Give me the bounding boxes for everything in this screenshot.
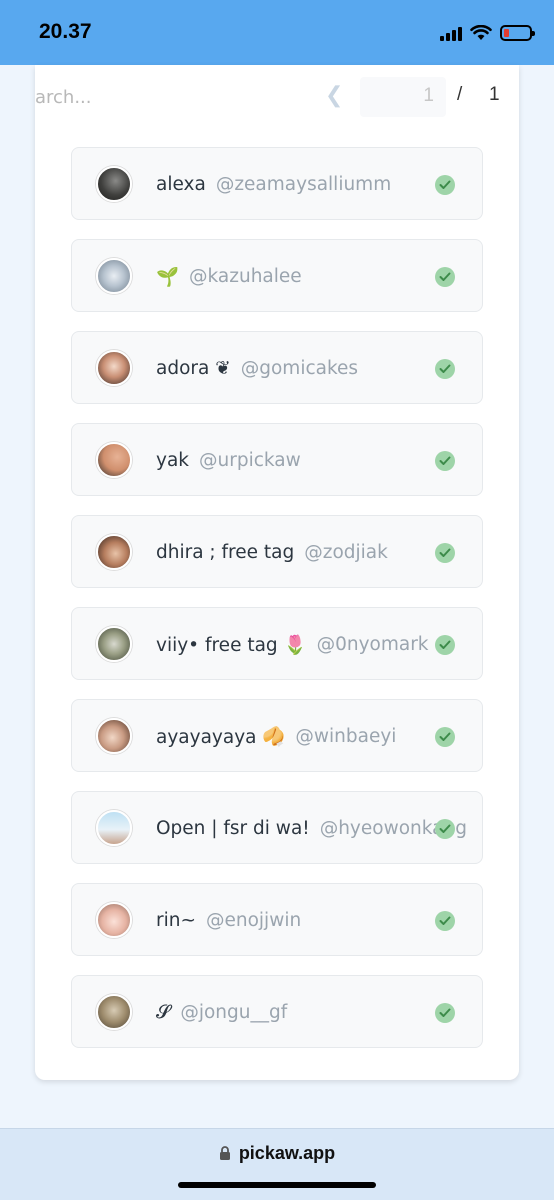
list-item[interactable]: dhira ; free tag @zodjiak xyxy=(71,515,483,588)
avatar xyxy=(96,718,132,754)
display-name: 𝓢 xyxy=(156,1002,171,1023)
username-handle: @enojjwin xyxy=(205,910,302,931)
list-item[interactable]: yak @urpickaw xyxy=(71,423,483,496)
status-time: 20.37 xyxy=(39,20,92,43)
wifi-icon xyxy=(470,25,492,40)
lock-icon xyxy=(219,1146,230,1160)
display-name: alexa xyxy=(156,174,206,195)
list-toolbar: ❮ 1 / 1 xyxy=(35,65,519,135)
avatar xyxy=(96,626,132,662)
chevron-left-icon[interactable]: ❮ xyxy=(325,83,343,108)
address-bar[interactable]: pickaw.app xyxy=(0,1143,554,1164)
display-name: Open | fsr di wa! xyxy=(156,818,310,839)
status-bar: 20.37 xyxy=(0,0,554,65)
username-handle: @0nyomark xyxy=(316,634,429,655)
browser-bottom-bar: pickaw.app xyxy=(0,1128,554,1200)
battery-icon xyxy=(500,25,535,41)
display-name: 🌱 xyxy=(156,266,180,288)
cellular-signal-icon xyxy=(440,25,462,41)
display-name: dhira ; free tag xyxy=(156,542,295,563)
username-handle: @jongu__gf xyxy=(180,1002,288,1023)
username-handle: @zeamaysalliumm xyxy=(215,174,392,195)
display-name: adora ❦ xyxy=(156,358,231,379)
list-item[interactable]: 🌱 @kazuhalee xyxy=(71,239,483,312)
display-name: ayayayaya 🥠 xyxy=(156,726,286,748)
display-name: viiy• free tag 🌷 xyxy=(156,634,307,656)
check-icon xyxy=(435,451,455,471)
list-item[interactable]: 𝓢 @jongu__gf xyxy=(71,975,483,1048)
avatar xyxy=(96,258,132,294)
list-item[interactable]: ayayayaya 🥠 @winbaeyi xyxy=(71,699,483,772)
url-text: pickaw.app xyxy=(238,1143,336,1163)
check-icon xyxy=(435,359,455,379)
check-icon xyxy=(435,175,455,195)
avatar xyxy=(96,166,132,202)
list-item[interactable]: adora ❦ @gomicakes xyxy=(71,331,483,404)
search-input[interactable] xyxy=(35,79,235,115)
list-item[interactable]: rin~ @enojjwin xyxy=(71,883,483,956)
avatar xyxy=(96,534,132,570)
username-handle: @kazuhalee xyxy=(189,266,302,287)
list-item[interactable]: alexa @zeamaysalliumm xyxy=(71,147,483,220)
check-icon xyxy=(435,727,455,747)
list-item[interactable]: viiy• free tag 🌷 @0nyomark xyxy=(71,607,483,680)
username-handle: @gomicakes xyxy=(240,358,359,379)
check-icon xyxy=(435,911,455,931)
total-pages: 1 xyxy=(489,84,500,105)
username-handle: @zodjiak xyxy=(304,542,388,563)
avatar xyxy=(96,994,132,1030)
page-number-input[interactable]: 1 xyxy=(360,77,446,117)
check-icon xyxy=(435,543,455,563)
avatar xyxy=(96,810,132,846)
page-separator: / xyxy=(457,84,463,105)
current-page: 1 xyxy=(423,85,434,106)
avatar xyxy=(96,442,132,478)
avatar xyxy=(96,902,132,938)
check-icon xyxy=(435,267,455,287)
participants-card: ❮ 1 / 1 alexa @zeamaysalliumm 🌱 @kazuhalee… xyxy=(35,65,519,1080)
check-icon xyxy=(435,635,455,655)
display-name: yak xyxy=(156,450,189,471)
check-icon xyxy=(435,1003,455,1023)
check-icon xyxy=(435,819,455,839)
username-handle: @urpickaw xyxy=(199,450,301,471)
avatar xyxy=(96,350,132,386)
list-item[interactable]: Open | fsr di wa! @hyeowonkang xyxy=(71,791,483,864)
home-indicator[interactable] xyxy=(178,1182,376,1188)
display-name: rin~ xyxy=(156,910,196,931)
status-icons xyxy=(440,23,535,43)
username-handle: @winbaeyi xyxy=(295,726,397,747)
